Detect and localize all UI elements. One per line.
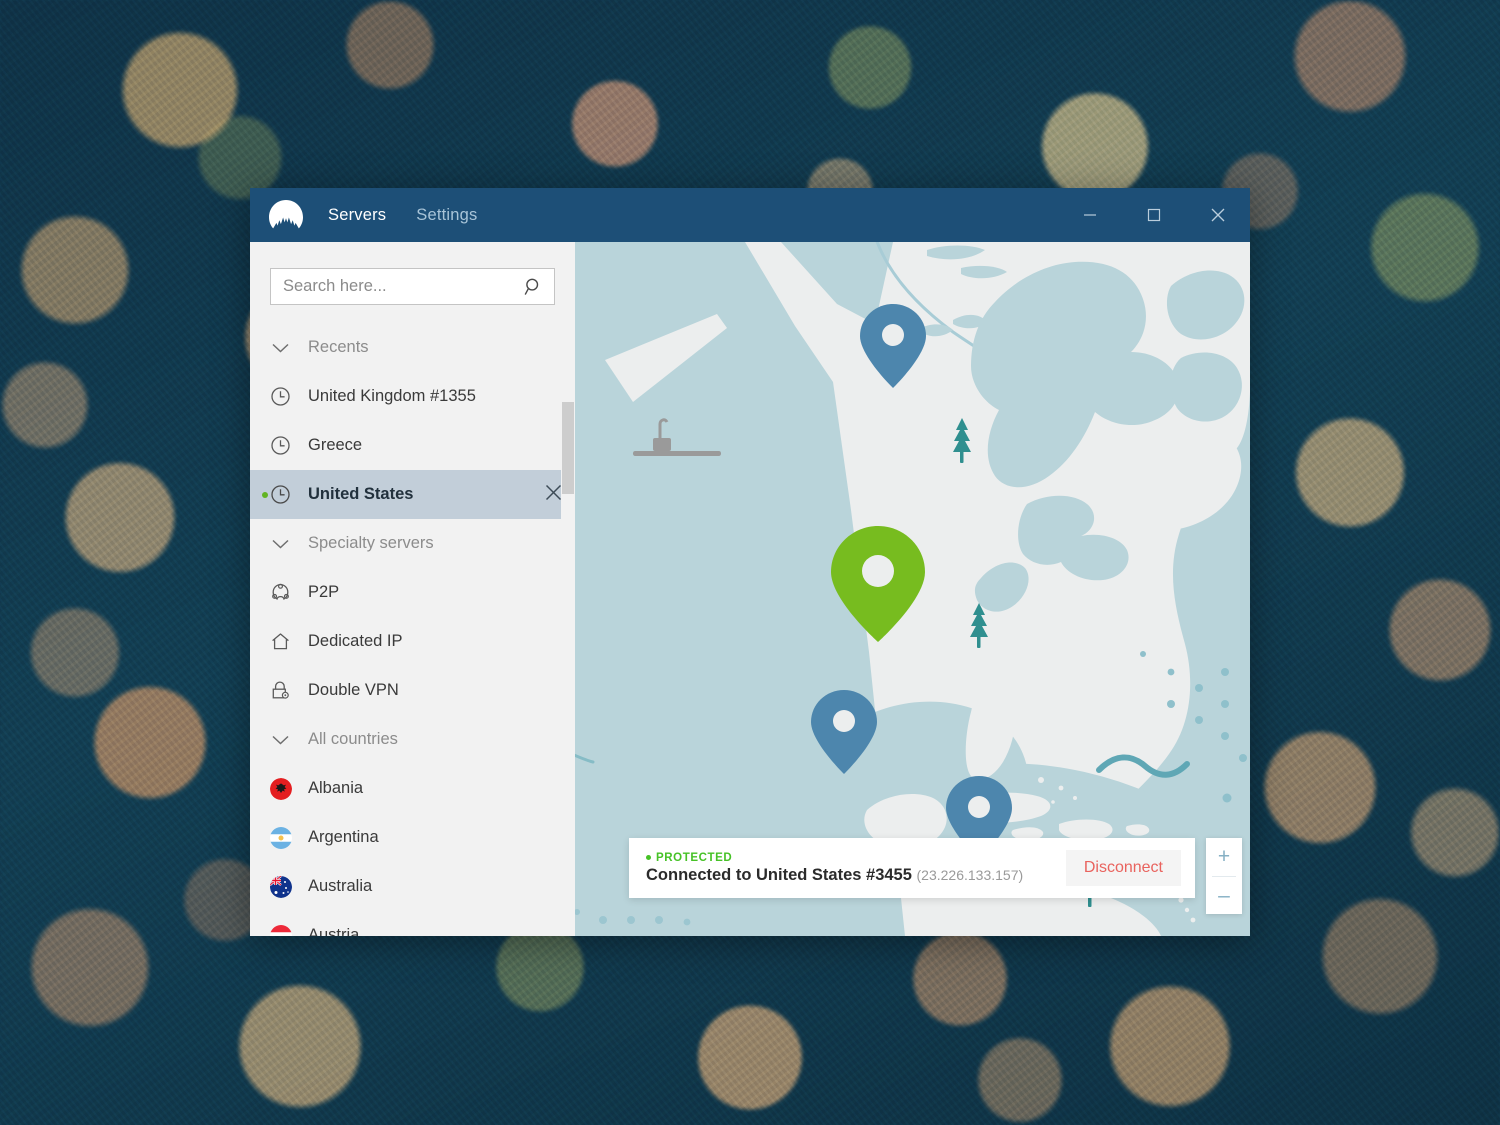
- sidebar-item-united-states[interactable]: United States: [250, 470, 575, 519]
- sidebar-item-label: Greece: [308, 436, 363, 454]
- server-list[interactable]: Recents United Kingdom #1355 Greece Unit…: [250, 319, 575, 936]
- sidebar-group-label: Recents: [308, 338, 369, 356]
- maximize-icon: [1147, 208, 1161, 222]
- sidebar-group-label: All countries: [308, 730, 398, 748]
- map-graphics: [575, 242, 1250, 936]
- tab-settings[interactable]: Settings: [416, 206, 477, 225]
- connection-server-label: Connected to United States #3455: [646, 865, 912, 884]
- sidebar-item-label: United Kingdom #1355: [308, 387, 476, 405]
- search-icon[interactable]: [524, 277, 544, 297]
- map-zoom-controls: + –: [1206, 838, 1242, 914]
- tab-servers[interactable]: Servers: [328, 206, 386, 225]
- clock-icon: [270, 386, 304, 407]
- p2p-icon: [270, 582, 304, 603]
- connection-line: Connected to United States #3455 (23.226…: [646, 866, 1023, 885]
- sidebar-scrollbar-thumb[interactable]: [562, 402, 574, 494]
- flag-australia-icon: [270, 875, 304, 898]
- sidebar-item-double-vpn[interactable]: Double VPN: [250, 666, 575, 715]
- sidebar-item-label: P2P: [308, 583, 340, 601]
- sidebar-item-australia[interactable]: Australia: [250, 862, 575, 911]
- sidebar-group-specialty-servers[interactable]: Specialty servers: [250, 519, 575, 568]
- disconnect-button[interactable]: Disconnect: [1065, 850, 1181, 886]
- main-nav: Servers Settings: [328, 206, 477, 225]
- connected-indicator-dot: [262, 491, 268, 498]
- minimize-button[interactable]: [1058, 188, 1122, 242]
- minimize-icon: [1084, 214, 1096, 216]
- house-icon: [270, 631, 304, 652]
- flag-argentina-icon: [270, 826, 304, 849]
- chevron-down-icon: [270, 337, 304, 358]
- sidebar-item-greece[interactable]: Greece: [250, 421, 575, 470]
- sidebar-item-albania[interactable]: Albania: [250, 764, 575, 813]
- lock-icon: [270, 680, 304, 701]
- sidebar-scrollbar-track[interactable]: [561, 242, 575, 936]
- flag-austria-icon: [270, 924, 304, 936]
- flag-albania-icon: [270, 777, 304, 800]
- server-sidebar: Recents United Kingdom #1355: [250, 242, 575, 936]
- clock-icon: [270, 435, 304, 456]
- zoom-out-button[interactable]: –: [1206, 877, 1242, 915]
- world-map[interactable]: PROTECTED Connected to United States #34…: [575, 242, 1250, 936]
- status-badge-label: PROTECTED: [656, 851, 733, 864]
- title-bar: Servers Settings: [250, 188, 1250, 242]
- clock-icon: [270, 484, 304, 505]
- connection-ip-label: (23.226.133.157): [916, 866, 1024, 883]
- search-input[interactable]: [283, 277, 518, 296]
- sidebar-item-label: Australia: [308, 877, 373, 895]
- sidebar-item-label: Austria: [308, 926, 360, 936]
- status-text-block: PROTECTED Connected to United States #34…: [646, 852, 1023, 885]
- close-icon: [1211, 208, 1225, 222]
- sidebar-item-p2p[interactable]: P2P: [250, 568, 575, 617]
- maximize-button[interactable]: [1122, 188, 1186, 242]
- search-area: [250, 242, 575, 319]
- connection-status-card: PROTECTED Connected to United States #34…: [629, 838, 1195, 898]
- sidebar-group-all-countries[interactable]: All countries: [250, 715, 575, 764]
- sidebar-item-united-kingdom-1355[interactable]: United Kingdom #1355: [250, 372, 575, 421]
- sidebar-group-recents[interactable]: Recents: [250, 323, 575, 372]
- sidebar-item-dedicated-ip[interactable]: Dedicated IP: [250, 617, 575, 666]
- nordvpn-logo-icon: [269, 200, 303, 229]
- close-button[interactable]: [1186, 188, 1250, 242]
- app-body: Recents United Kingdom #1355: [250, 242, 1250, 936]
- desktop-background: Servers Settings Search here... Recents …: [0, 0, 1500, 1125]
- chevron-down-icon: [270, 533, 304, 554]
- sidebar-item-label: Albania: [308, 779, 364, 797]
- nordvpn-app-window: Servers Settings Search here... Recents …: [250, 188, 1250, 936]
- sidebar-group-label: Specialty servers: [308, 534, 434, 552]
- status-badge: PROTECTED: [646, 852, 1023, 864]
- sidebar-item-label: Dedicated IP: [308, 632, 403, 650]
- window-controls: [1058, 188, 1250, 242]
- search-box[interactable]: [270, 268, 555, 305]
- chevron-down-icon: [270, 729, 304, 750]
- sidebar-item-label: United States: [308, 485, 414, 503]
- sidebar-item-austria[interactable]: Austria: [250, 911, 575, 936]
- sidebar-item-argentina[interactable]: Argentina: [250, 813, 575, 862]
- zoom-in-button[interactable]: +: [1206, 838, 1242, 876]
- status-dot-icon: [646, 855, 651, 860]
- sidebar-item-label: Argentina: [308, 828, 379, 846]
- sidebar-item-label: Double VPN: [308, 681, 399, 699]
